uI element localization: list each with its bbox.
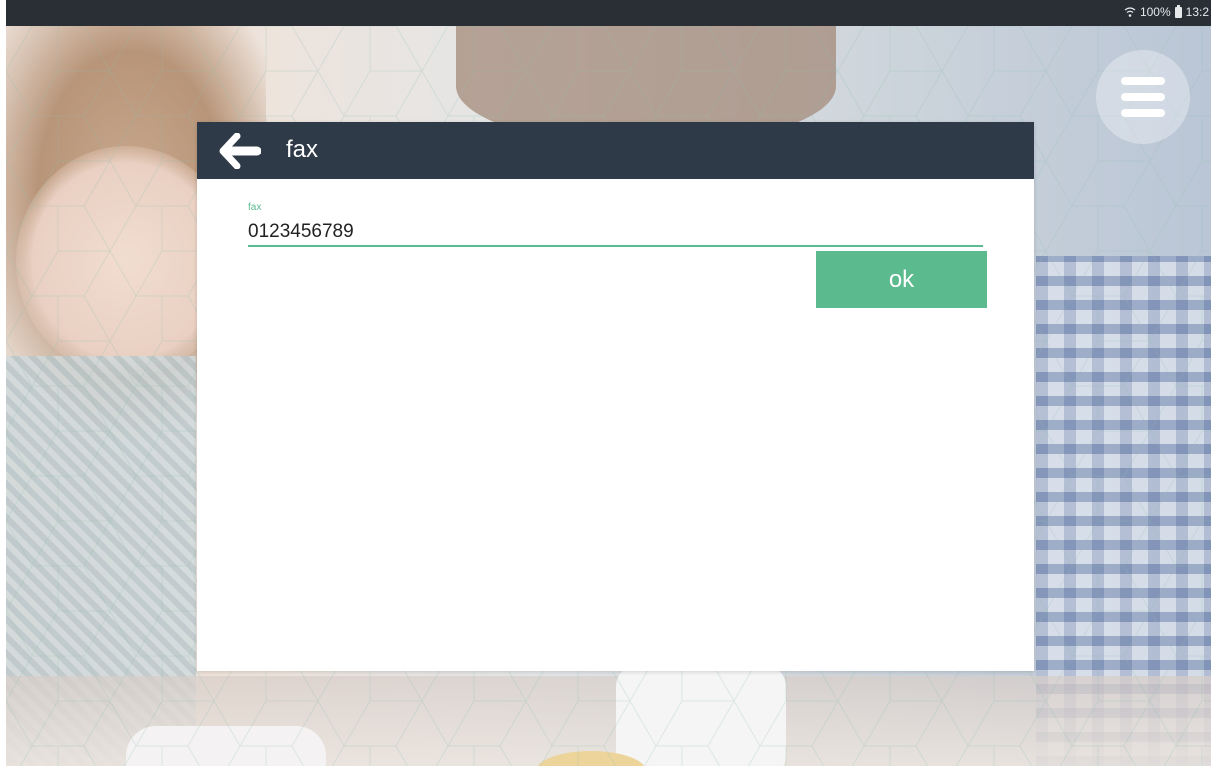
screen: 100% 13:2 fax fax ok [0, 0, 1211, 766]
menu-button[interactable] [1096, 50, 1190, 144]
dialog-title: fax [286, 136, 319, 163]
battery-percentage: 100% [1139, 5, 1171, 19]
clock-time: 13:2 [1185, 5, 1209, 19]
menu-bar-top [1121, 77, 1165, 85]
ok-button[interactable]: ok [816, 251, 987, 308]
status-bar: 100% 13:2 [6, 0, 1211, 26]
dialog-header: fax [197, 122, 1034, 179]
fax-field-label: fax [248, 202, 262, 213]
fax-input[interactable] [248, 219, 983, 247]
status-indicators: 100% 13:2 [1124, 4, 1209, 19]
arrow-left-icon [219, 132, 262, 170]
menu-bar-bottom [1121, 109, 1165, 117]
menu-bar-middle [1121, 93, 1165, 101]
back-button[interactable] [219, 132, 262, 170]
fax-dialog: fax fax ok [197, 122, 1034, 671]
battery-icon [1174, 4, 1182, 18]
wifi-icon [1124, 6, 1136, 18]
